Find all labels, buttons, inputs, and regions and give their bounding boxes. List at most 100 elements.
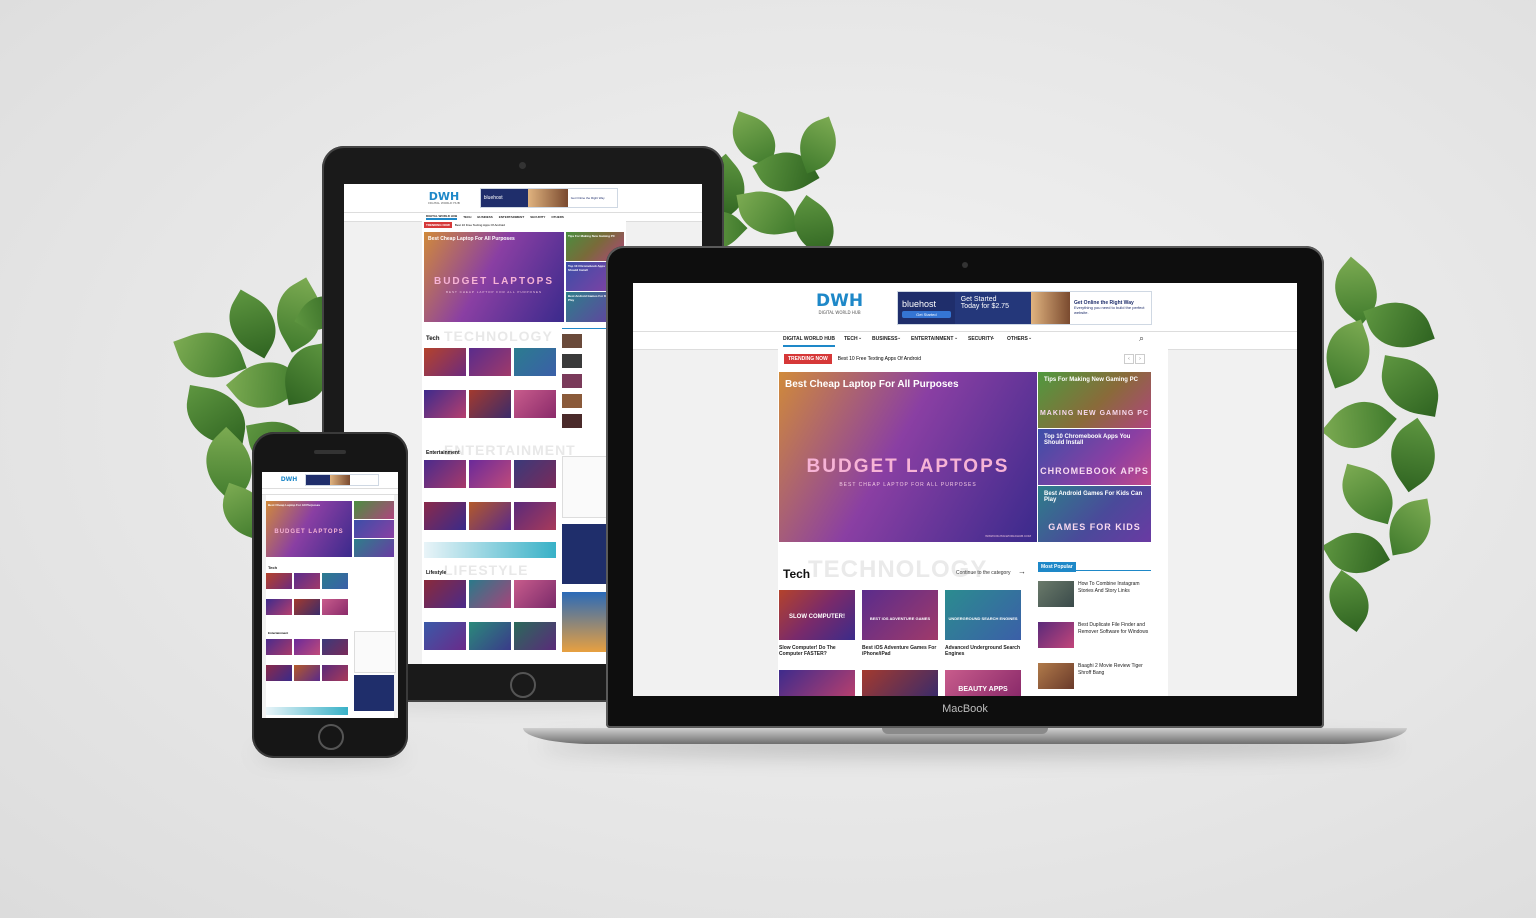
phone-side-ad[interactable] xyxy=(354,675,394,711)
thumb[interactable] xyxy=(266,665,292,681)
phone-side-card[interactable] xyxy=(354,520,394,538)
thumb[interactable] xyxy=(294,573,320,589)
nav-others-chevron-icon: ⌄ xyxy=(1028,335,1033,341)
logo-subtext: DIGITAL WORLD HUB xyxy=(428,201,460,205)
tech-caption-2[interactable]: Best iOS Adventure Games For iPhone/iPad xyxy=(862,645,938,658)
thumb[interactable] xyxy=(469,502,511,530)
thumb[interactable] xyxy=(514,460,556,488)
side-card-title: Top 10 Chromebook Apps You Should Instal… xyxy=(1044,434,1131,446)
nav-tech[interactable]: TECH xyxy=(463,215,471,219)
tech-thumb-row2-3[interactable]: BEAUTY APPS xyxy=(945,670,1021,696)
ad-side-title: Get Online the Right Way xyxy=(570,196,605,200)
phone-speaker xyxy=(314,450,346,454)
phone-home-button[interactable] xyxy=(318,724,344,750)
phone-ad-banner[interactable] xyxy=(305,474,380,486)
phone-side-card[interactable] xyxy=(354,539,394,557)
thumb[interactable] xyxy=(424,502,466,530)
phone-logo[interactable]: DWH xyxy=(281,477,298,483)
tablet-ad-banner[interactable]: bluehost Get Online the Right Way xyxy=(479,188,618,208)
tablet-logo[interactable]: DWH DIGITAL WORLD HUB xyxy=(428,191,460,205)
nav-home[interactable]: DIGITAL WORLD HUB xyxy=(783,336,836,347)
side-card-banner: MAKING NEW GAMING PC xyxy=(1039,410,1150,417)
thumb[interactable] xyxy=(514,622,556,650)
thumb[interactable] xyxy=(294,665,320,681)
site-logo[interactable]: DWH DIGITAL WORLD HUB xyxy=(816,293,863,315)
ad-get-started-button[interactable]: Get Started xyxy=(902,310,951,318)
tablet-camera xyxy=(519,162,526,169)
trending-text[interactable]: Best 10 Free Texting Apps Of Android xyxy=(838,356,921,362)
nav-tech[interactable]: TECH xyxy=(844,336,858,342)
thumb[interactable] xyxy=(424,460,466,488)
nav-entertainment[interactable]: ENTERTAINMENT xyxy=(911,336,953,342)
phone-inline-ad[interactable] xyxy=(266,707,348,715)
ad-price: Today for $2.75 xyxy=(960,303,1009,310)
ad-photo xyxy=(1030,292,1070,324)
tech-thumb-ios-games[interactable]: BEST IOS ADVENTURE GAMES xyxy=(862,590,938,640)
laptop-camera xyxy=(962,262,968,268)
popular-item-2[interactable]: Best Duplicate File Finder and Remover S… xyxy=(1078,622,1152,635)
tech-caption-3[interactable]: Advanced Underground Search Engines xyxy=(945,645,1021,658)
trending-prev-icon[interactable]: ‹ xyxy=(1124,354,1134,364)
tech-thumb-row2-1[interactable] xyxy=(779,670,855,696)
search-icon[interactable]: ⌕ xyxy=(1139,333,1144,344)
popular-thumb-1[interactable] xyxy=(1038,581,1074,607)
thumb[interactable] xyxy=(424,390,466,418)
thumb[interactable] xyxy=(514,502,556,530)
thumb[interactable] xyxy=(266,599,292,615)
thumb[interactable] xyxy=(424,348,466,376)
header-ad-banner[interactable]: bluehost Get Started Get Started Today f… xyxy=(897,291,1152,325)
tech-caption-1[interactable]: Slow Computer! Do The Computer FASTER? xyxy=(779,645,855,658)
thumb[interactable] xyxy=(322,599,348,615)
nav-others[interactable]: OTHERS xyxy=(1007,336,1028,342)
tech-thumb-search-engines[interactable]: UNDERGROUND SEARCH ENGINES xyxy=(945,590,1021,640)
popular-thumb-3[interactable] xyxy=(1038,663,1074,689)
side-card-chromebook[interactable]: Top 10 Chromebook Apps You Should Instal… xyxy=(1038,429,1151,485)
nav-entertainment[interactable]: ENTERTAINMENT xyxy=(499,215,524,219)
side-card-banner: CHROMEBOOK APPS xyxy=(1040,466,1149,476)
nav-security[interactable]: SECURITY xyxy=(530,215,545,219)
thumb-banner: UNDERGROUND SEARCH ENGINES xyxy=(948,616,1018,621)
nav-security[interactable]: SECURITY xyxy=(968,336,993,342)
popular-item-3[interactable]: Baaghi 2 Movie Review Tiger Shroff Bang xyxy=(1078,663,1152,676)
nav-business[interactable]: BUSINESS xyxy=(477,215,492,219)
thumb[interactable] xyxy=(266,639,292,655)
tablet-hero[interactable]: Best Cheap Laptop For All Purposes BUDGE… xyxy=(424,232,564,322)
hero-post[interactable]: Best Cheap Laptop For All Purposes BUDGE… xyxy=(779,372,1037,542)
thumb[interactable] xyxy=(294,599,320,615)
thumb[interactable] xyxy=(469,580,511,608)
thumb[interactable] xyxy=(469,390,511,418)
nav-others[interactable]: OTHERS xyxy=(551,215,564,219)
phone-hero[interactable]: Best Cheap Laptop For All Purposes BUDGE… xyxy=(266,501,352,557)
tech-thumb-slow-computer[interactable]: SLOW COMPUTER! xyxy=(779,590,855,640)
trending-bar: TRENDING NOW Best 10 Free Texting Apps O… xyxy=(784,354,921,364)
popular-item-1[interactable]: How To Combine Instagram Stories And Sto… xyxy=(1078,581,1152,594)
tablet-home-button[interactable] xyxy=(510,672,536,698)
phone-side-card[interactable] xyxy=(354,501,394,519)
arrow-right-icon[interactable]: → xyxy=(1018,567,1026,576)
side-card-banner: GAMES FOR KIDS xyxy=(1048,522,1141,532)
tech-thumb-row2-2[interactable] xyxy=(862,670,938,696)
thumb[interactable] xyxy=(514,390,556,418)
thumb[interactable] xyxy=(469,460,511,488)
thumb[interactable] xyxy=(424,580,466,608)
thumb[interactable] xyxy=(424,622,466,650)
thumb[interactable] xyxy=(322,665,348,681)
thumb[interactable] xyxy=(322,573,348,589)
nav-business[interactable]: BUSINESS xyxy=(872,336,898,342)
trending-next-icon[interactable]: › xyxy=(1135,354,1145,364)
thumb[interactable] xyxy=(294,639,320,655)
side-card-gaming-pc[interactable]: Tips For Making New Gaming PC MAKING NEW… xyxy=(1038,372,1151,428)
most-popular-underline xyxy=(1038,570,1151,571)
side-card-games-kids[interactable]: Best Android Games For Kids Can Play GAM… xyxy=(1038,486,1151,542)
hero-title: Best Cheap Laptop For All Purposes xyxy=(785,379,959,390)
trending-text[interactable]: Best 10 Free Texting Apps Of Android xyxy=(455,223,505,227)
thumb[interactable] xyxy=(469,622,511,650)
thumb[interactable] xyxy=(514,348,556,376)
tablet-inline-ad[interactable] xyxy=(424,542,556,558)
thumb[interactable] xyxy=(266,573,292,589)
thumb[interactable] xyxy=(514,580,556,608)
thumb[interactable] xyxy=(322,639,348,655)
thumb[interactable] xyxy=(469,348,511,376)
popular-thumb-2[interactable] xyxy=(1038,622,1074,648)
tech-continue-link[interactable]: Continue to the category xyxy=(956,570,1010,576)
